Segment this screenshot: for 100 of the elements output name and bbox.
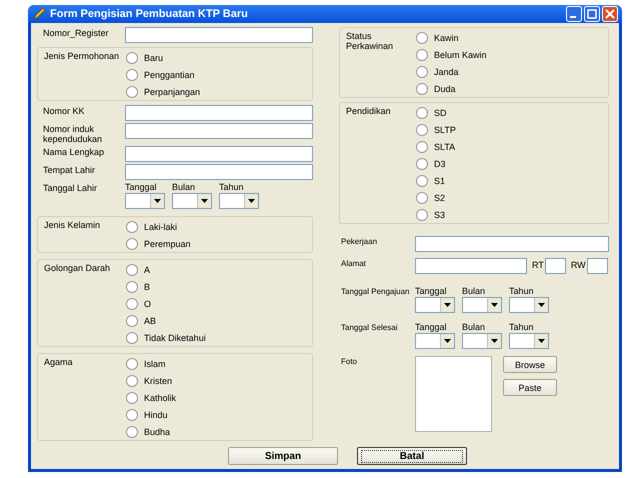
option-label: Budha (144, 426, 170, 436)
dropdown[interactable] (125, 193, 165, 209)
text-field[interactable] (415, 236, 609, 252)
radio-button[interactable] (126, 220, 138, 232)
radio-button[interactable] (126, 408, 138, 420)
text-field[interactable] (125, 123, 313, 139)
radio-button[interactable] (416, 82, 428, 94)
dropdown[interactable] (509, 333, 549, 349)
radio-button[interactable] (126, 52, 138, 64)
radio-button[interactable] (126, 374, 138, 386)
dropdown[interactable] (172, 193, 212, 209)
maximize-icon[interactable] (584, 6, 600, 22)
group-label: Jenis Permohonan (43, 51, 120, 63)
option-label: Perempuan (144, 238, 191, 248)
group-label: Jenis Kelamin (43, 220, 102, 232)
radio-button[interactable] (416, 174, 428, 186)
option-label: S1 (434, 176, 446, 186)
field-label: RW (570, 260, 586, 270)
text-field[interactable] (544, 258, 566, 274)
option-label: Katholik (144, 392, 176, 402)
field-label: Tahun (219, 182, 245, 192)
field-label: RT (532, 260, 544, 270)
option-label: Janda (434, 66, 459, 76)
option-label: Penggantian (144, 70, 195, 80)
field-label: Tahun (509, 286, 535, 296)
radio-button[interactable] (416, 32, 428, 44)
field-label: Bulan (172, 182, 196, 192)
field-label: Bulan (462, 322, 486, 332)
option-label: Perpanjangan (144, 86, 200, 96)
field-label: Tanggal Pengajuan (340, 286, 411, 298)
radio-button[interactable] (126, 358, 138, 370)
pencil-icon (32, 7, 46, 21)
radio-button[interactable] (416, 140, 428, 152)
field-label: Tanggal Selesai (340, 322, 398, 334)
radio-button[interactable] (126, 86, 138, 98)
option-label: Hindu (144, 410, 168, 420)
text-field[interactable] (125, 27, 313, 43)
field-label: Tanggal Lahir (42, 182, 98, 195)
form-button[interactable]: Batal (357, 447, 467, 465)
option-label: B (144, 282, 150, 292)
group-label: Pendidikan (345, 106, 392, 118)
text-field[interactable] (125, 105, 313, 121)
field-label: Tanggal (125, 182, 158, 192)
form-button[interactable]: Simpan (228, 447, 338, 465)
radio-button[interactable] (416, 158, 428, 170)
field-label: Tempat Lahir (42, 164, 96, 177)
field-label: Tanggal (415, 286, 448, 296)
radio-button[interactable] (416, 48, 428, 60)
form-button[interactable]: Browse (503, 356, 557, 373)
dropdown-arrow-icon (538, 339, 545, 343)
dropdown[interactable] (219, 193, 259, 209)
group-label: Golongan Darah (43, 263, 112, 275)
option-label: Islam (144, 358, 166, 368)
text-field[interactable] (125, 146, 313, 162)
radio-button[interactable] (126, 68, 138, 80)
radio-button[interactable] (126, 332, 138, 344)
option-label: SLTP (434, 124, 456, 134)
radio-button[interactable] (126, 426, 138, 438)
option-label: Belum Kawin (434, 50, 487, 60)
radio-button[interactable] (126, 392, 138, 404)
text-field[interactable] (586, 258, 608, 274)
radio-button[interactable] (126, 298, 138, 310)
field-label: Pekerjaan (340, 236, 378, 248)
radio-button[interactable] (416, 192, 428, 204)
dropdown[interactable] (415, 333, 455, 349)
radio-button[interactable] (416, 106, 428, 118)
dropdown-arrow-icon (248, 199, 255, 203)
minimize-icon[interactable] (566, 6, 582, 22)
radio-button[interactable] (126, 280, 138, 292)
dropdown-arrow-icon (491, 303, 498, 307)
option-label: Tidak Diketahui (144, 332, 206, 342)
field-label: Nomor induk kependudukan (42, 123, 104, 144)
field-label: Nama Lengkap (42, 146, 106, 159)
option-label: Baru (144, 52, 164, 62)
dropdown-arrow-icon (491, 339, 498, 343)
dropdown[interactable] (509, 297, 549, 313)
option-label: S3 (434, 210, 446, 220)
text-field[interactable] (125, 164, 313, 180)
radio-button[interactable] (126, 238, 138, 250)
radio-button[interactable] (416, 66, 428, 78)
option-label: S2 (434, 192, 446, 202)
radio-button[interactable] (126, 264, 138, 276)
form-button[interactable]: Paste (503, 379, 557, 396)
text-field[interactable] (415, 258, 527, 274)
field-label: Foto (340, 356, 358, 368)
dropdown[interactable] (415, 297, 455, 313)
field-label: Tanggal (415, 322, 448, 332)
close-icon[interactable] (602, 6, 618, 22)
dropdown[interactable] (462, 333, 502, 349)
option-label: Duda (434, 84, 456, 94)
dropdown-arrow-icon (538, 303, 545, 307)
radio-button[interactable] (126, 314, 138, 326)
field-label: Tahun (509, 322, 535, 332)
field-label: Bulan (462, 286, 486, 296)
radio-button[interactable] (416, 208, 428, 220)
dropdown-arrow-icon (201, 199, 208, 203)
option-label: Kawin (434, 32, 459, 42)
dropdown[interactable] (462, 297, 502, 313)
radio-button[interactable] (416, 124, 428, 136)
field-label: Nomor KK (42, 105, 86, 118)
